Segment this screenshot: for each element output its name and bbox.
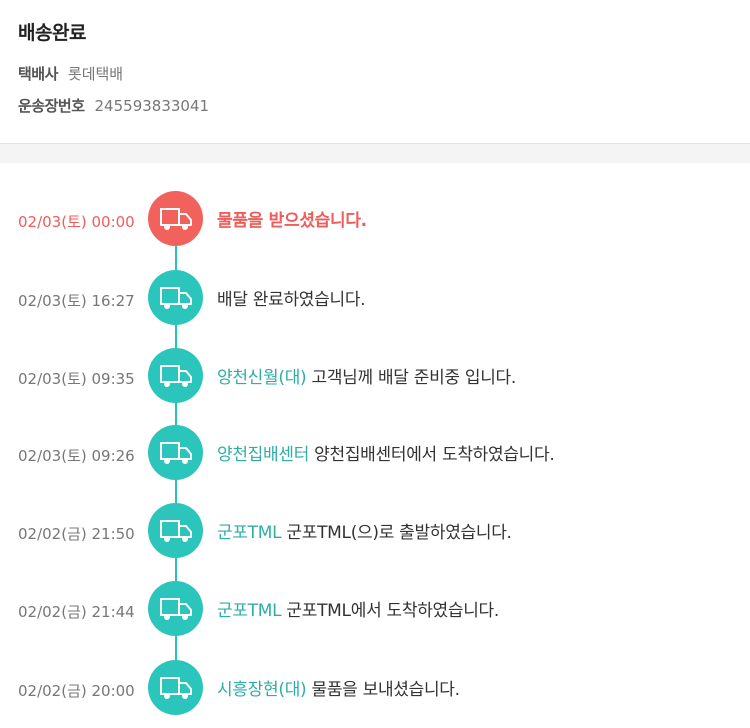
event-time: 02/03(토) 00:00 (18, 213, 135, 231)
event-text: 군포TML에서 도착하였습니다. (286, 601, 499, 621)
event-text: 배달 완료하였습니다. (217, 290, 366, 310)
event-time: 02/02(금) 20:00 (18, 682, 135, 700)
event-location: 양천집배센터 (217, 445, 310, 465)
tracking-label: 운송장번호 (18, 97, 85, 115)
event-message: 군포TML 군포TML에서 도착하였습니다. (217, 596, 499, 621)
timeline-item: 02/03(토) 16:27 배달 완료하였습니다. (0, 270, 750, 326)
truck-icon (148, 660, 203, 715)
event-message: 배달 완료하였습니다. (217, 285, 366, 310)
event-message: 시흥장현(대) 물품을 보내셨습니다. (217, 675, 460, 700)
event-time: 02/02(금) 21:44 (18, 603, 135, 621)
truck-icon (148, 191, 203, 246)
event-message: 물품을 받으셨습니다. (217, 206, 367, 231)
event-text: 물품을 받으셨습니다. (217, 211, 367, 231)
page-title: 배송완료 (18, 22, 86, 44)
timeline-item: 02/02(금) 21:50 군포TML 군포TML(으)로 출발하였습니다. (0, 503, 750, 559)
truck-icon (148, 348, 203, 403)
timeline-item: 02/03(토) 09:35 양천신월(대) 고객님께 배달 준비중 입니다. (0, 348, 750, 404)
event-time: 02/03(토) 16:27 (18, 292, 135, 310)
event-location: 군포TML (217, 523, 282, 543)
delivery-summary: 배송완료 택배사 롯데택배 운송장번호 245593833041 (0, 0, 750, 144)
event-location: 양천신월(대) (217, 368, 307, 388)
timeline-item: 02/03(토) 00:00 물품을 받으셨습니다. (0, 191, 750, 247)
timeline-item: 02/02(금) 21:44 군포TML 군포TML에서 도착하였습니다. (0, 581, 750, 637)
event-message: 군포TML 군포TML(으)로 출발하였습니다. (217, 518, 512, 543)
courier-label: 택배사 (18, 65, 58, 83)
timeline-item: 02/03(토) 09:26 양천집배센터 양천집배센터에서 도착하였습니다. (0, 425, 750, 481)
courier-row: 택배사 롯데택배 (18, 63, 123, 84)
courier-value: 롯데택배 (67, 65, 124, 83)
event-message: 양천집배센터 양천집배센터에서 도착하였습니다. (217, 440, 555, 465)
truck-icon (148, 270, 203, 325)
truck-icon (148, 503, 203, 558)
tracking-number: 245593833041 (94, 97, 210, 115)
tracking-row: 운송장번호 245593833041 (18, 95, 209, 116)
event-time: 02/03(토) 09:26 (18, 447, 135, 465)
event-location: 군포TML (217, 601, 282, 621)
truck-icon (148, 425, 203, 480)
timeline-item: 02/02(금) 20:00 시흥장현(대) 물품을 보내셨습니다. (0, 660, 750, 716)
event-location: 시흥장현(대) (217, 680, 307, 700)
event-text: 양천집배센터에서 도착하였습니다. (314, 445, 555, 465)
event-text: 군포TML(으)로 출발하였습니다. (286, 523, 512, 543)
tracking-timeline: 02/03(토) 00:00 물품을 받으셨습니다. 02/03(토) 16:2… (0, 163, 750, 728)
event-time: 02/02(금) 21:50 (18, 525, 135, 543)
section-divider (0, 144, 750, 163)
event-message: 양천신월(대) 고객님께 배달 준비중 입니다. (217, 363, 516, 388)
event-text: 물품을 보내셨습니다. (311, 680, 460, 700)
event-time: 02/03(토) 09:35 (18, 370, 135, 388)
truck-icon (148, 581, 203, 636)
event-text: 고객님께 배달 준비중 입니다. (311, 368, 516, 388)
